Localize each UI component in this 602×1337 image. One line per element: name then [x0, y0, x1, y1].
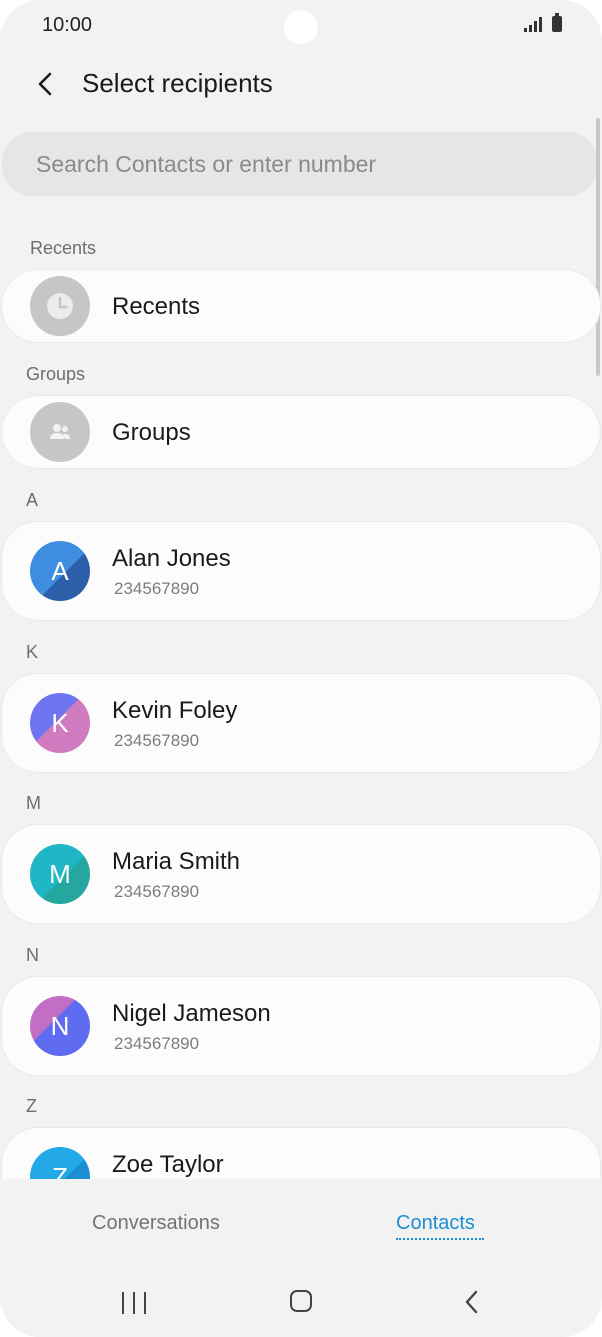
people-icon: [50, 424, 70, 439]
groups-item[interactable]: Groups: [2, 396, 600, 468]
status-bar: 10:00: [0, 0, 602, 52]
groups-avatar: [30, 402, 90, 462]
search-box[interactable]: [2, 132, 598, 196]
header: Select recipients: [0, 56, 602, 112]
back-nav-icon[interactable]: [460, 1288, 484, 1316]
contact-name: Zoe Taylor: [112, 1151, 224, 1178]
section-header-recents: Recents: [30, 238, 97, 258]
contact-number: 234567890: [114, 882, 200, 901]
tab-conversations[interactable]: Conversations: [92, 1212, 220, 1235]
bottom-tab-bar: Conversations Contacts: [0, 1180, 602, 1260]
arrow-left-icon: [38, 72, 52, 96]
status-icons: [524, 13, 562, 32]
section-header-groups: Groups: [26, 364, 86, 384]
navigation-bar: [0, 1266, 602, 1336]
home-icon[interactable]: [290, 1290, 312, 1312]
camera-cutout: [284, 10, 318, 44]
contact-avatar: N: [30, 996, 90, 1056]
back-button[interactable]: [28, 66, 64, 102]
page-title: Select recipients: [82, 68, 273, 98]
status-time: 10:00: [42, 14, 93, 36]
tab-contacts[interactable]: Contacts: [396, 1212, 475, 1235]
contact-name: Kevin Foley: [112, 697, 238, 724]
contact-item[interactable]: N Nigel Jameson 234567890: [2, 977, 600, 1075]
contact-avatar: Z: [30, 1147, 90, 1179]
contact-number: 234567890: [114, 1034, 200, 1053]
section-letter: A: [26, 490, 39, 510]
battery-icon: [552, 13, 562, 32]
recents-item[interactable]: Recents: [2, 270, 600, 342]
contact-avatar: K: [30, 693, 90, 753]
recents-item-label: Recents: [112, 293, 201, 320]
contact-item[interactable]: Z Zoe Taylor: [2, 1128, 600, 1179]
groups-item-label: Groups: [112, 419, 191, 446]
contact-list: Recents Recents Groups Groups A A Alan J…: [0, 196, 602, 1179]
contact-avatar: M: [30, 844, 90, 904]
contact-number: 234567890: [114, 731, 200, 750]
contact-number: 234567890: [114, 579, 200, 598]
signal-icon: [524, 16, 542, 32]
contact-name: Maria Smith: [112, 848, 241, 875]
contact-item[interactable]: M Maria Smith 234567890: [2, 825, 600, 923]
recent-apps-icon[interactable]: [122, 1292, 146, 1314]
contact-item[interactable]: A Alan Jones 234567890: [2, 522, 600, 620]
section-letter: N: [26, 945, 39, 965]
section-letter: Z: [26, 1096, 37, 1116]
clock-icon: [47, 293, 73, 319]
search-input[interactable]: [36, 132, 576, 196]
section-letter: M: [26, 793, 41, 813]
contact-item[interactable]: K Kevin Foley 234567890: [2, 674, 600, 772]
phone-screen: 10:00 Select recipients Recents: [0, 0, 602, 1337]
contact-name: Alan Jones: [112, 545, 231, 572]
section-letter: K: [26, 642, 39, 662]
recents-avatar: [30, 276, 90, 336]
contact-name: Nigel Jameson: [112, 1000, 271, 1027]
tab-selected-indicator: [396, 1238, 484, 1240]
contact-avatar: A: [30, 541, 90, 601]
